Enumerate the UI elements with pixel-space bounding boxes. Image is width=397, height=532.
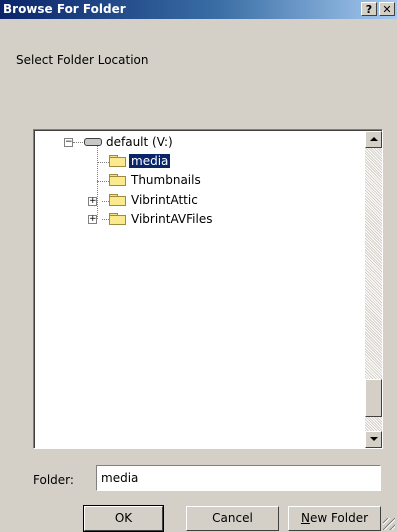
tree-node-label: VibrintAVFiles [131,212,213,226]
drive-icon [84,138,102,146]
scroll-up-button[interactable] [365,131,382,148]
scroll-down-button[interactable] [365,431,382,448]
vertical-scrollbar[interactable] [365,131,382,448]
folder-icon [109,174,126,186]
title-bar[interactable]: Browse For Folder ? ✕ [0,0,397,19]
tree-node-default-drive[interactable]: default (V:) [106,133,173,151]
help-button[interactable]: ? [361,2,377,16]
expand-icon[interactable]: + [88,215,97,224]
tree-connector [97,162,109,164]
scroll-thumb[interactable] [365,379,382,417]
tree-connector [97,181,109,183]
tree-node-label: default (V:) [106,135,173,149]
window-title: Browse For Folder [3,2,126,16]
folder-field-label: Folder: [33,473,74,487]
folder-icon [109,155,126,167]
folder-tree[interactable]: − default (V:) media Thumbnails + Vibrin… [33,129,383,449]
tree-node-vibrintattic[interactable]: VibrintAttic [131,191,198,209]
folder-icon [109,213,126,225]
new-folder-accelerator: N [300,511,310,525]
arrow-down-icon [370,437,378,441]
new-folder-button[interactable]: New Folder [288,506,381,531]
folder-icon [109,194,126,206]
tree-node-vibrintavfiles[interactable]: VibrintAVFiles [131,210,212,228]
folder-name-input[interactable] [96,465,381,491]
collapse-icon[interactable]: − [64,138,73,147]
new-folder-label: ew Folder [309,511,369,525]
cancel-button[interactable]: Cancel [186,506,279,531]
tree-node-thumbnails[interactable]: Thumbnails [131,171,201,189]
tree-node-media[interactable]: media [129,152,171,170]
instruction-text: Select Folder Location [16,53,149,67]
close-button[interactable]: ✕ [379,2,395,16]
expand-icon[interactable]: + [88,197,97,206]
tree-node-label: VibrintAttic [131,193,198,207]
tree-connector [102,219,109,221]
tree-node-label: Thumbnails [131,173,201,187]
ok-button[interactable]: OK [83,505,164,532]
arrow-up-icon [370,137,378,141]
folder-tree-inner: − default (V:) media Thumbnails + Vibrin… [34,130,382,448]
dialog-body: Select Folder Location − default (V:) me… [0,19,397,532]
tree-node-label: media [129,154,171,168]
resize-grip[interactable] [383,518,395,530]
tree-connector [102,201,109,203]
